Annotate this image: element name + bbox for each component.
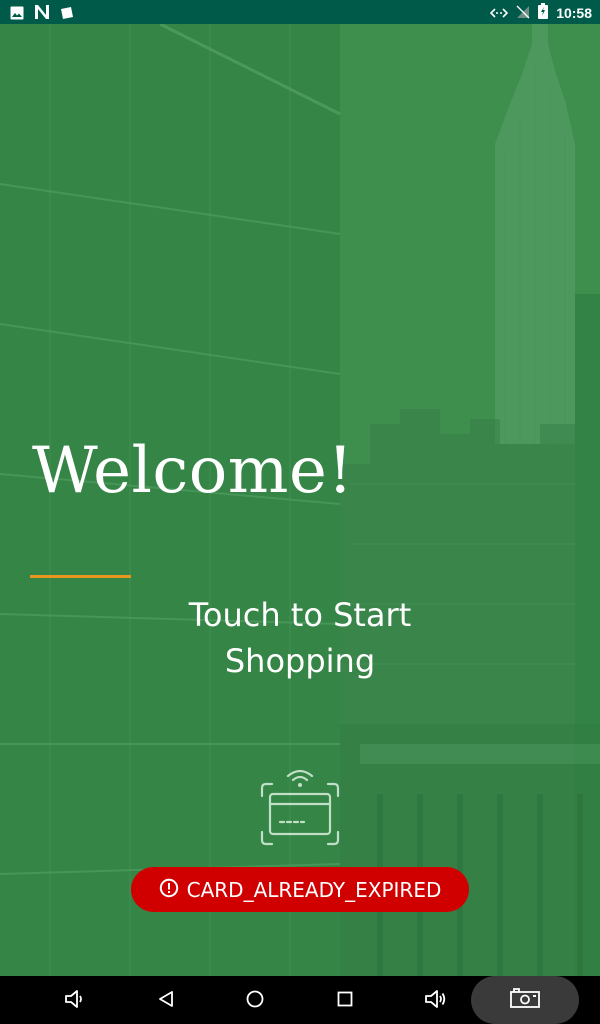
- touch-to-start-text: Touch to Start Shopping: [188, 596, 412, 680]
- volume-down-icon: [63, 988, 85, 1014]
- screenshot-button[interactable]: [471, 976, 579, 1024]
- error-message: CARD_ALREADY_EXPIRED: [186, 877, 442, 902]
- volume-up-icon: [423, 988, 447, 1014]
- navigation-bar: [0, 976, 600, 1024]
- wifi-arrows-icon: [490, 4, 509, 23]
- back-icon: [156, 989, 176, 1013]
- accent-divider: [30, 575, 131, 578]
- alert-circle-icon: [159, 878, 179, 902]
- status-bar: 10:58: [0, 0, 600, 24]
- back-button[interactable]: [151, 986, 181, 1016]
- status-time: 10:58: [556, 5, 592, 21]
- recents-icon: [336, 990, 354, 1012]
- status-bar-left: [10, 4, 74, 24]
- volume-down-button[interactable]: [59, 986, 89, 1016]
- volume-up-button[interactable]: [420, 986, 450, 1016]
- status-bar-right: 10:58: [490, 3, 592, 23]
- welcome-title: Welcome!: [32, 434, 354, 508]
- welcome-screen[interactable]: Welcome! Touch to Start Shopping CARD_AL…: [0, 24, 600, 976]
- n-icon: [34, 4, 50, 24]
- note-icon: [60, 5, 74, 24]
- contactless-card-icon: [258, 766, 342, 848]
- screenshot-icon: [509, 987, 541, 1013]
- image-icon: [10, 5, 24, 24]
- screen: 10:58 Welcome! Touch to Start Shopping C…: [0, 0, 600, 1024]
- home-button[interactable]: [240, 986, 270, 1016]
- recents-button[interactable]: [330, 986, 360, 1016]
- no-signal-icon: [516, 4, 530, 23]
- error-badge: CARD_ALREADY_EXPIRED: [131, 867, 469, 912]
- home-icon: [245, 989, 265, 1013]
- battery-icon: [538, 3, 549, 23]
